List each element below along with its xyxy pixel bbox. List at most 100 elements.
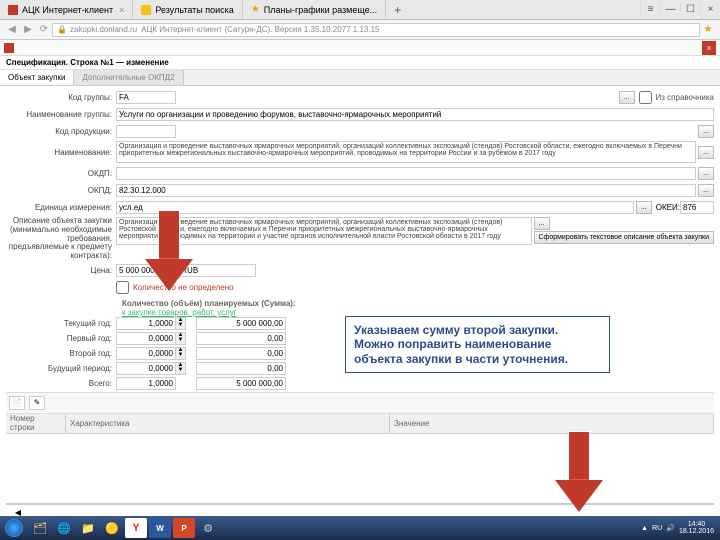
stepper-second[interactable]: ▲▼ xyxy=(176,347,186,360)
checkbox-from-directory[interactable] xyxy=(639,91,652,104)
lookup-okdp[interactable]: ... xyxy=(698,167,714,180)
taskbar-icon-browser[interactable]: 🌐 xyxy=(53,518,75,538)
taskbar-icon-chrome[interactable]: 🟡 xyxy=(101,518,123,538)
taskbar-icon-powerpoint[interactable]: P xyxy=(173,518,195,538)
sum-second[interactable]: 0,00 xyxy=(196,347,286,360)
col-characteristic[interactable]: Характеристика xyxy=(66,414,390,433)
grid-body xyxy=(6,434,714,504)
taskbar-icon-yandex[interactable]: Y xyxy=(125,518,147,538)
close-window-button[interactable]: × xyxy=(700,1,720,19)
taskbar-icon-app[interactable]: ⚙ xyxy=(197,518,219,538)
qty-future[interactable]: 0,0000 xyxy=(116,362,176,375)
label-future: Будущий период: xyxy=(6,364,116,373)
favicon-app-icon xyxy=(8,5,18,15)
url-text: zakupki.donland.ru xyxy=(70,25,137,34)
reload-button[interactable]: ⟳ xyxy=(36,24,52,35)
label-kod-gruppy: Код группы: xyxy=(6,93,116,102)
label-price: Цена: xyxy=(6,266,116,275)
input-price[interactable]: 5 000 000,00000 RUB xyxy=(116,264,256,277)
start-button[interactable] xyxy=(0,516,28,540)
taskbar-icon-explorer[interactable]: 🗂 xyxy=(29,518,51,538)
input-kod-gruppy[interactable]: FA xyxy=(116,91,176,104)
label-okpd: ОКПД: xyxy=(6,186,116,195)
menu-icon[interactable]: ≡ xyxy=(640,1,660,19)
clock-time: 14:40 xyxy=(679,521,714,528)
qty-total: 1,0000 xyxy=(116,377,176,390)
label-kod-prod: Код продукции: xyxy=(6,127,116,136)
url-field[interactable]: 🔒 zakupki.donland.ru АЦК Интернет-клиент… xyxy=(52,23,700,37)
label-name-group: Наименование группы: xyxy=(6,110,116,119)
lookup-ei[interactable]: ... xyxy=(636,201,652,214)
forward-button[interactable]: ▶ xyxy=(20,24,36,35)
checkbox-qty-undefined[interactable] xyxy=(116,281,129,294)
close-icon[interactable]: × xyxy=(119,5,124,15)
browser-tab-2[interactable]: Результаты поиска xyxy=(133,0,242,19)
browser-tab-1[interactable]: АЦК Интернет-клиент × xyxy=(0,0,133,19)
input-ei[interactable]: усл.ед xyxy=(116,201,634,214)
new-row-icon[interactable]: 📄 xyxy=(9,396,25,410)
input-okdp[interactable] xyxy=(116,167,696,180)
qty-first[interactable]: 0,0000 xyxy=(116,332,176,345)
financing-header: Количество (объём) планируемых (Сумма): xyxy=(122,299,714,308)
browser-tab-3[interactable]: ★ Планы-графики размеще... xyxy=(243,0,386,19)
inner-close-button[interactable]: × xyxy=(702,41,716,55)
favicon-search-icon xyxy=(141,5,151,15)
generate-desc-button[interactable]: Сформировать текстовое описание объекта … xyxy=(534,231,715,244)
browser-tab-strip: АЦК Интернет-клиент × Результаты поиска … xyxy=(0,0,720,20)
col-value[interactable]: Значение xyxy=(390,414,714,433)
label-current-year: Текущий год: xyxy=(6,319,116,328)
expand-button[interactable]: ... xyxy=(698,146,714,159)
input-okpd[interactable]: 82.30.12.000 xyxy=(116,184,696,197)
tray-lang[interactable]: RU xyxy=(652,525,662,532)
minimize-button[interactable]: — xyxy=(660,1,680,19)
sum-current[interactable]: 5 000 000,00 xyxy=(196,317,286,330)
stepper-first[interactable]: ▲▼ xyxy=(176,332,186,345)
input-kod-prod[interactable] xyxy=(116,125,176,138)
stepper-future[interactable]: ▲▼ xyxy=(176,362,186,375)
tab-label: АЦК Интернет-клиент xyxy=(22,5,113,15)
label-qty-undefined: Количество не определено xyxy=(133,283,234,292)
expand-desc2[interactable]: ... xyxy=(534,217,550,230)
grid-header: Номер строки Характеристика Значение xyxy=(6,414,714,434)
sum-future[interactable]: 0,00 xyxy=(196,362,286,375)
taskbar: 🗂 🌐 📁 🟡 Y W P ⚙ ▲ RU 🔊 14:40 18.12.2016 xyxy=(0,516,720,540)
taskbar-icon-folder[interactable]: 📁 xyxy=(77,518,99,538)
address-bar: ◀ ▶ ⟳ 🔒 zakupki.donland.ru АЦК Интернет-… xyxy=(0,20,720,40)
label-from-directory: Из справочника xyxy=(656,93,714,102)
form-area: Код группы: FA ... Из справочника Наимен… xyxy=(0,86,720,524)
app-title: АЦК Интернет-клиент (Сатурн-ДС). Версия … xyxy=(141,25,379,34)
input-okei[interactable]: 876 xyxy=(680,201,714,214)
qty-second[interactable]: 0,0000 xyxy=(116,347,176,360)
lookup-button[interactable]: ... xyxy=(619,91,635,104)
grid-toolbar: 📄 ✎ xyxy=(6,392,714,414)
tab-okpd2[interactable]: Дополнительные ОКПД2 xyxy=(74,70,183,85)
col-number[interactable]: Номер строки xyxy=(6,414,66,433)
lock-icon: 🔒 xyxy=(57,25,67,34)
sum-first[interactable]: 0,00 xyxy=(196,332,286,345)
tray-network-icon[interactable]: 🔊 xyxy=(666,524,675,532)
taskbar-icon-word[interactable]: W xyxy=(149,518,171,538)
input-name-group[interactable]: Услуги по организации и проведению форум… xyxy=(116,108,714,121)
spec-title: Спецификация. Строка №1 — изменение xyxy=(0,56,720,70)
back-button[interactable]: ◀ xyxy=(4,24,20,35)
clock-date: 18.12.2016 xyxy=(679,528,714,535)
inner-window-title: × xyxy=(0,40,720,56)
textarea-desc[interactable]: Организация и проведение выставочных ярм… xyxy=(116,141,696,163)
textarea-desc2[interactable]: Организация и проведение выставочных ярм… xyxy=(116,217,532,245)
tab-object[interactable]: Объект закупки xyxy=(0,70,74,85)
label-first-year: Первый год: xyxy=(6,334,116,343)
maximize-button[interactable]: ☐ xyxy=(680,1,700,19)
favicon-star-icon: ★ xyxy=(251,4,260,15)
tab-label: Результаты поиска xyxy=(155,5,233,15)
qty-current[interactable]: 1,0000 xyxy=(116,317,176,330)
windows-orb-icon xyxy=(5,519,23,537)
bookmark-icon[interactable]: ★ xyxy=(700,24,716,35)
tray-flag-icon[interactable]: ▲ xyxy=(641,525,648,532)
taskbar-clock[interactable]: 14:40 18.12.2016 xyxy=(679,521,714,535)
lookup-okpd[interactable]: ... xyxy=(698,184,714,197)
edit-row-icon[interactable]: ✎ xyxy=(29,396,45,410)
lookup-button-prod[interactable]: ... xyxy=(698,125,714,138)
label-desc2: Описание объекта закупки (минимально нео… xyxy=(6,217,116,261)
stepper-current[interactable]: ▲▼ xyxy=(176,317,186,330)
new-tab-button[interactable]: + xyxy=(386,3,409,17)
